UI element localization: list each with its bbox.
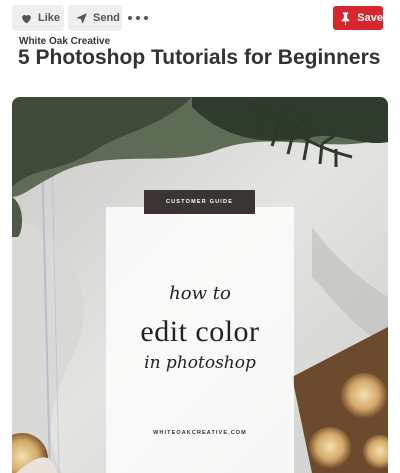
paper-plane-icon bbox=[75, 12, 88, 25]
pushpin-icon bbox=[340, 12, 352, 25]
more-options-icon[interactable] bbox=[128, 12, 148, 24]
headline-how-to: how to bbox=[169, 283, 231, 304]
website-label: WHITEOAKCREATIVE.COM bbox=[153, 430, 247, 436]
save-label: Save bbox=[357, 12, 383, 24]
headline-in-photoshop: in photoshop bbox=[144, 353, 256, 373]
pin-image[interactable]: CUSTOMER GUIDE how to edit color in phot… bbox=[12, 97, 388, 473]
customer-guide-tag: CUSTOMER GUIDE bbox=[144, 190, 255, 214]
send-button[interactable]: Send bbox=[68, 5, 122, 31]
like-button[interactable]: Like bbox=[12, 5, 64, 31]
save-button[interactable]: Save bbox=[333, 6, 383, 30]
heart-icon bbox=[20, 12, 33, 25]
pin-title: 5 Photoshop Tutorials for Beginners bbox=[18, 46, 381, 69]
send-label: Send bbox=[93, 12, 120, 24]
pin-toolbar: Like Send Save bbox=[0, 0, 400, 36]
headline-edit-color: edit color bbox=[140, 315, 260, 348]
like-label: Like bbox=[38, 12, 61, 24]
